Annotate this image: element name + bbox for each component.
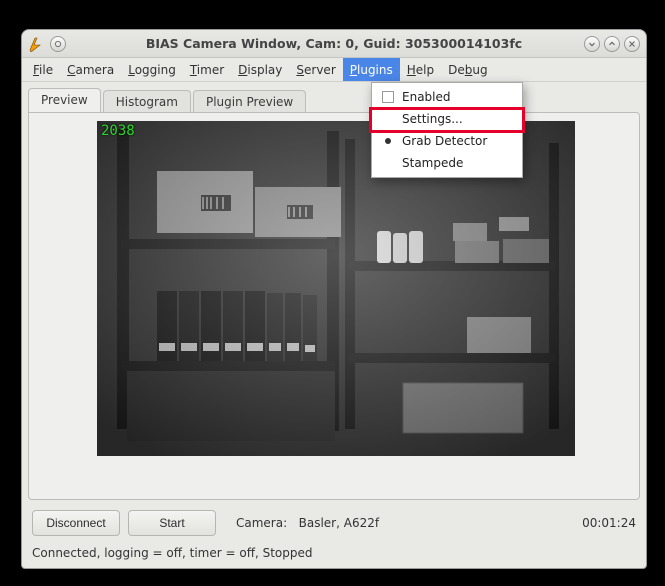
menu-grab-detector-label: Grab Detector <box>402 134 487 148</box>
menu-plugins[interactable]: Plugins <box>343 58 400 81</box>
camera-label-prefix: Camera: <box>236 516 287 530</box>
disconnect-button[interactable]: Disconnect <box>32 510 120 536</box>
menu-enabled[interactable]: Enabled <box>372 86 522 108</box>
checkbox-icon <box>382 91 394 103</box>
camera-label: Camera: Basler, A622f <box>236 516 379 530</box>
app-window: BIAS Camera Window, Cam: 0, Guid: 305300… <box>21 29 647 569</box>
camera-value: Basler, A622f <box>299 516 379 530</box>
menu-stampede-label: Stampede <box>402 156 463 170</box>
tab-plugin-preview[interactable]: Plugin Preview <box>193 90 306 112</box>
menu-grab-detector[interactable]: Grab Detector <box>372 130 522 152</box>
plugins-dropdown: Enabled Settings... Grab Detector Stampe… <box>371 82 523 178</box>
maximize-button[interactable] <box>604 36 620 52</box>
bullet-icon <box>385 138 391 144</box>
titlebar: BIAS Camera Window, Cam: 0, Guid: 305300… <box>22 30 646 58</box>
menu-settings-label: Settings... <box>402 112 463 126</box>
tab-row: PreviewHistogramPlugin Preview <box>28 86 640 112</box>
pin-button[interactable] <box>50 36 66 52</box>
menu-display[interactable]: Display <box>231 58 289 81</box>
close-button[interactable] <box>624 36 640 52</box>
tab-histogram[interactable]: Histogram <box>103 90 191 112</box>
frame-counter: 2038 <box>101 123 135 139</box>
menu-enabled-label: Enabled <box>402 90 451 104</box>
tab-preview[interactable]: Preview <box>28 88 101 113</box>
control-bar: Disconnect Start Camera: Basler, A622f 0… <box>28 500 640 536</box>
preview-pane: 2038 <box>28 112 640 500</box>
menu-camera[interactable]: Camera <box>60 58 121 81</box>
client-area: PreviewHistogramPlugin Preview <box>22 82 646 568</box>
window-title: BIAS Camera Window, Cam: 0, Guid: 305300… <box>22 36 646 51</box>
menu-server[interactable]: Server <box>289 58 342 81</box>
menu-timer[interactable]: Timer <box>183 58 231 81</box>
minimize-button[interactable] <box>584 36 600 52</box>
start-button[interactable]: Start <box>128 510 216 536</box>
status-line: Connected, logging = off, timer = off, S… <box>28 536 640 560</box>
elapsed-time: 00:01:24 <box>582 516 636 530</box>
menu-logging[interactable]: Logging <box>121 58 183 81</box>
menu-stampede[interactable]: Stampede <box>372 152 522 174</box>
app-icon <box>28 36 44 52</box>
menubar: FileCameraLoggingTimerDisplayServerPlugi… <box>22 58 646 82</box>
menu-settings[interactable]: Settings... <box>372 108 522 130</box>
menu-file[interactable]: File <box>26 58 60 81</box>
menu-help[interactable]: Help <box>400 58 441 81</box>
menu-debug[interactable]: Debug <box>441 58 494 81</box>
